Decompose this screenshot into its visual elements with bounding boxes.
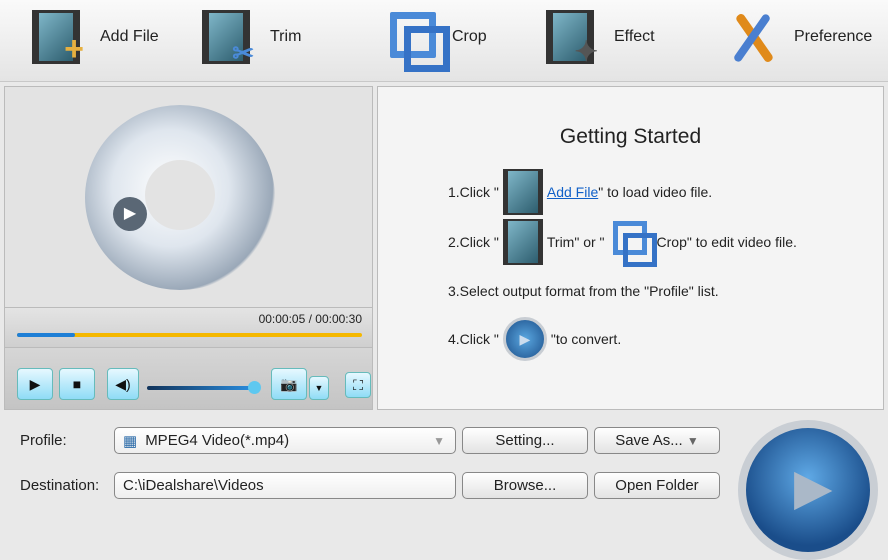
chevron-down-icon: ▼: [433, 433, 445, 448]
snapshot-dropdown[interactable]: ▼: [309, 376, 329, 400]
seek-progress: [17, 333, 75, 337]
step2-text: 2.Click ": [448, 234, 499, 250]
crop-icon: [609, 219, 657, 267]
crop-label: Crop: [452, 28, 487, 45]
effect-label: Effect: [614, 28, 655, 45]
stop-button[interactable]: ■: [59, 368, 95, 400]
add-file-icon: +: [28, 6, 92, 68]
play-icon: ▶: [794, 459, 833, 515]
save-as-label: Save As...: [615, 432, 683, 449]
step-1: 1.Click " Add File " to load video file.: [448, 169, 712, 215]
trim-icon: ✂: [198, 6, 262, 68]
step-2: 2.Click " Trim" or " Crop" to edit video f…: [448, 219, 797, 267]
speaker-icon: ◀): [115, 375, 131, 392]
seek-bar-panel: 00:00:05 / 00:00:30: [4, 308, 373, 348]
destination-value: C:\iDealshare\Videos: [123, 477, 264, 494]
player-controls: ▶ ■ ◀) 📷 ▼ ⛶: [4, 348, 373, 410]
step2-text-mid: Trim" or ": [546, 234, 605, 250]
convert-icon: ▶: [502, 317, 547, 361]
stop-icon: ■: [72, 376, 82, 392]
play-button[interactable]: ▶: [17, 368, 53, 400]
step4-text-end: "to convert.: [550, 331, 622, 347]
volume-slider[interactable]: [147, 381, 261, 394]
effect-icon: ✦: [542, 6, 606, 68]
chevron-down-icon: ▼: [686, 434, 699, 448]
open-folder-button[interactable]: Open Folder: [594, 472, 720, 499]
play-icon: ▶: [29, 375, 41, 392]
step4-text: 4.Click ": [448, 331, 499, 347]
setting-button[interactable]: Setting...: [462, 427, 588, 454]
browse-button[interactable]: Browse...: [462, 472, 588, 499]
profile-select[interactable]: ▦ MPEG4 Video(*.mp4) ▼: [114, 427, 456, 454]
time-display: 00:00:05 / 00:00:30: [258, 312, 362, 326]
snapshot-button[interactable]: 📷: [271, 368, 307, 400]
destination-label: Destination:: [20, 477, 100, 494]
preference-icon: [722, 6, 786, 68]
step2-text-end: Crop" to edit video file.: [656, 234, 797, 250]
crop-icon: [380, 6, 450, 72]
volume-knob[interactable]: [248, 381, 261, 394]
add-file-button[interactable]: + Add File: [28, 4, 159, 70]
fullscreen-button[interactable]: ⛶: [345, 372, 371, 398]
add-file-link[interactable]: Add File: [547, 184, 598, 200]
trim-label: Trim: [270, 28, 302, 45]
profile-value: MPEG4 Video(*.mp4): [145, 432, 290, 449]
step-3: 3.Select output format from the "Profile…: [448, 283, 719, 299]
fullscreen-icon: ⛶: [353, 376, 363, 393]
preference-label: Preference: [794, 28, 873, 45]
getting-started-title: Getting Started: [559, 125, 702, 148]
trim-icon: [502, 219, 543, 265]
app-logo: ▶: [85, 105, 275, 290]
step-4: 4.Click " ▶ "to convert.: [448, 317, 621, 361]
toolbar: + Add File ✂ Trim Crop ✦ Effect Preference: [0, 0, 888, 82]
destination-input[interactable]: C:\iDealshare\Videos: [114, 472, 456, 499]
video-format-icon: ▦: [123, 432, 138, 450]
profile-label: Profile:: [20, 432, 67, 449]
convert-button[interactable]: ▶: [738, 420, 878, 560]
step1-text-end: " to load video file.: [598, 184, 713, 200]
chevron-down-icon: ▼: [314, 383, 324, 393]
crop-button[interactable]: Crop: [380, 4, 487, 72]
seek-slider[interactable]: [17, 333, 362, 337]
video-preview: ▶: [4, 86, 373, 308]
trim-button[interactable]: ✂ Trim: [198, 4, 301, 70]
add-file-label: Add File: [100, 28, 159, 45]
preference-button[interactable]: Preference: [722, 4, 872, 70]
save-as-button[interactable]: Save As... ▼: [594, 427, 720, 454]
getting-started-panel: Getting Started 1.Click " Add File " to lo…: [377, 86, 884, 410]
add-file-icon: [502, 169, 543, 215]
mute-button[interactable]: ◀): [107, 368, 139, 400]
camera-icon: 📷: [280, 375, 298, 392]
step1-text: 1.Click ": [448, 184, 499, 200]
effect-button[interactable]: ✦ Effect: [542, 4, 655, 70]
